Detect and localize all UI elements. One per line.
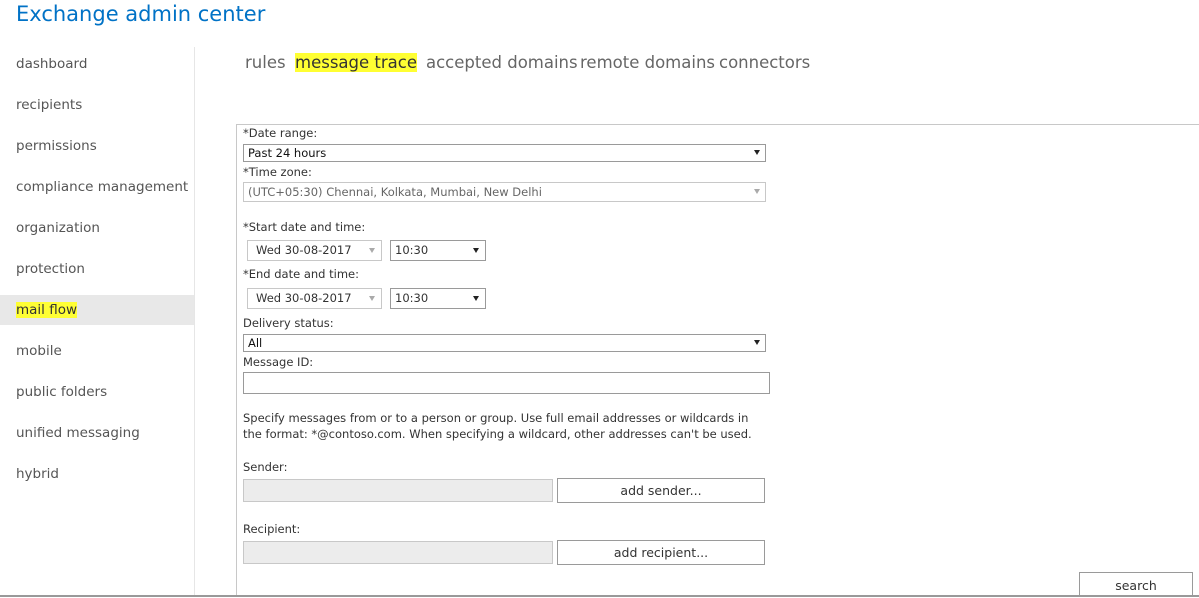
chevron-down-icon [473, 248, 479, 253]
sidebar-item-dashboard[interactable]: dashboard [0, 49, 194, 79]
sidebar-item-recipients[interactable]: recipients [0, 90, 194, 120]
sidebar-item-label: permissions [16, 138, 97, 154]
end-date-picker[interactable]: Wed 30-08-2017 [247, 288, 382, 309]
start-time-select[interactable]: 10:30 [390, 240, 486, 261]
date-range-value: Past 24 hours [248, 146, 327, 160]
time-zone-value: (UTC+05:30) Chennai, Kolkata, Mumbai, Ne… [248, 185, 542, 199]
end-date-value: Wed 30-08-2017 [256, 291, 352, 305]
sidebar-item-label: compliance management [16, 179, 189, 195]
sender-field [243, 479, 553, 502]
search-button[interactable]: search [1079, 572, 1193, 596]
panel-border-top [236, 124, 1199, 125]
tab-label: rules [245, 53, 286, 72]
sidebar-item-compliance-management[interactable]: compliance management [0, 172, 194, 202]
sidebar-item-protection[interactable]: protection [0, 254, 194, 284]
sidebar-item-label: recipients [16, 97, 83, 113]
tab-label: message trace [295, 53, 417, 72]
tab-label: connectors [719, 53, 811, 72]
chevron-down-icon [754, 150, 760, 155]
sidebar-item-organization[interactable]: organization [0, 213, 194, 243]
tab-connectors[interactable]: connectors [719, 50, 810, 76]
time-zone-label: *Time zone: [243, 165, 312, 179]
delivery-status-value: All [248, 336, 263, 350]
add-recipient-button[interactable]: add recipient... [557, 540, 765, 565]
sidebar-item-label: organization [16, 220, 100, 236]
start-date-value: Wed 30-08-2017 [256, 243, 352, 257]
recipient-label: Recipient: [243, 522, 301, 536]
chevron-down-icon [473, 296, 479, 301]
sidebar-item-hybrid[interactable]: hybrid [0, 459, 194, 489]
start-time-value: 10:30 [395, 243, 429, 257]
tab-accepted-domains[interactable]: accepted domains [426, 50, 578, 76]
sidebar-item-mobile[interactable]: mobile [0, 336, 194, 366]
sidebar-item-public-folders[interactable]: public folders [0, 377, 194, 407]
sidebar-item-label: dashboard [16, 56, 88, 72]
chevron-down-icon [369, 296, 375, 301]
recipient-field [243, 541, 553, 564]
message-id-label: Message ID: [243, 355, 314, 369]
sender-recipient-hint: Specify messages from or to a person or … [243, 411, 752, 441]
tab-message-trace[interactable]: message trace [295, 50, 417, 76]
tab-label: accepted domains [426, 53, 578, 72]
sidebar-item-label: unified messaging [16, 425, 140, 441]
sender-label: Sender: [243, 460, 288, 474]
time-zone-select[interactable]: (UTC+05:30) Chennai, Kolkata, Mumbai, Ne… [243, 182, 766, 202]
chevron-down-icon [369, 248, 375, 253]
delivery-status-label: Delivery status: [243, 316, 334, 330]
end-time-value: 10:30 [395, 291, 429, 305]
start-date-picker[interactable]: Wed 30-08-2017 [247, 240, 382, 261]
panel-border-left [236, 124, 237, 597]
tab-label: remote domains [580, 53, 715, 72]
sidebar-item-label: mail flow [16, 302, 78, 318]
tab-rules[interactable]: rules [245, 50, 286, 76]
message-id-input[interactable] [243, 372, 770, 394]
sidebar-divider [194, 47, 195, 597]
date-range-select[interactable]: Past 24 hours [243, 144, 766, 162]
app-title: Exchange admin center [16, 2, 266, 26]
sidebar-item-mail-flow[interactable]: mail flow [0, 295, 194, 325]
end-time-select[interactable]: 10:30 [390, 288, 486, 309]
sidebar-item-permissions[interactable]: permissions [0, 131, 194, 161]
start-date-label: *Start date and time: [243, 220, 366, 234]
end-date-label: *End date and time: [243, 267, 359, 281]
sidebar-item-label: mobile [16, 343, 62, 359]
date-range-label: *Date range: [243, 126, 318, 140]
sidebar-item-label: protection [16, 261, 85, 277]
sidebar-item-label: hybrid [16, 466, 59, 482]
tab-remote-domains[interactable]: remote domains [580, 50, 715, 76]
chevron-down-icon [754, 189, 760, 194]
chevron-down-icon [754, 340, 760, 345]
add-sender-button[interactable]: add sender... [557, 478, 765, 503]
sidebar-nav: dashboard recipients permissions complia… [0, 44, 194, 597]
sidebar-item-unified-messaging[interactable]: unified messaging [0, 418, 194, 448]
delivery-status-select[interactable]: All [243, 334, 766, 352]
sidebar-item-label: public folders [16, 384, 108, 400]
